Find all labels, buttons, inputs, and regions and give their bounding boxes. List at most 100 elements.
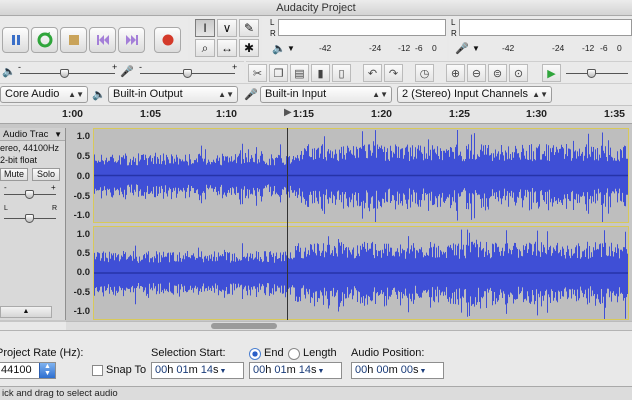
meter-scale-tick: -24 xyxy=(369,43,382,53)
input-channels-select[interactable]: 2 (Stereo) Input Channels ▲▼ xyxy=(397,86,552,103)
chevron-down-icon[interactable]: ▼ xyxy=(472,44,480,53)
waveform-channel-left[interactable] xyxy=(93,128,629,223)
channel-1-scale-label: -1.0 xyxy=(73,210,90,221)
audio-host-value: Core Audio xyxy=(5,88,60,100)
pan-slider[interactable] xyxy=(25,214,34,223)
skip-end-button[interactable] xyxy=(118,27,145,53)
ruler-label: 1:25 xyxy=(449,108,471,120)
time-unit: s xyxy=(311,364,317,376)
end-radio[interactable] xyxy=(249,348,261,360)
multi-tool[interactable]: ✱ xyxy=(239,39,259,57)
collapse-track-button[interactable]: ▲ xyxy=(0,306,52,318)
time-digits: 14 xyxy=(298,364,312,376)
horizontal-scroll-thumb[interactable] xyxy=(211,323,277,329)
project-rate-select[interactable]: 44100 ▲ ▼ xyxy=(0,362,56,379)
input-device-select[interactable]: Built-in Input ▲▼ xyxy=(260,86,392,103)
meter-scale-tick: 0 xyxy=(617,43,622,53)
record-button[interactable] xyxy=(154,27,181,53)
timeline-ruler[interactable]: 1:00 1:05 1:10 1:15 1:20 1:25 1:30 1:35 … xyxy=(0,105,632,124)
input-channels-value: 2 (Stereo) Input Channels xyxy=(402,88,528,100)
channel-1-scale-label: 0.5 xyxy=(76,151,90,162)
copy-button[interactable]: ❐ xyxy=(269,64,288,82)
speaker-icon: 🔈 xyxy=(92,89,106,101)
tools-toolbar: I ∨ ✎ ⌕ ↔ ✱ xyxy=(190,17,260,61)
ruler-label: 1:20 xyxy=(371,108,393,120)
horizontal-scrollbar[interactable] xyxy=(66,321,632,330)
fit-selection-button[interactable]: ⊜ xyxy=(488,64,507,82)
meter-scale-tick: -42 xyxy=(319,43,332,53)
clock-icon: ◷ xyxy=(419,67,430,80)
track-control-panel[interactable]: Audio Trac ▼ ereo, 44100Hz 2-bit float M… xyxy=(0,128,66,320)
trim-button[interactable]: ▮ xyxy=(311,64,330,82)
zoom-tool[interactable]: ⌕ xyxy=(195,39,215,57)
track-name-menu[interactable]: Audio Trac ▼ xyxy=(0,128,65,141)
edit-toolbar: ✂ ❐ ▤ ▮ ▯ ↶ ↷ ◷ ⊕ ⊖ ⊜ ⊙ ▶ xyxy=(246,61,632,83)
envelope-tool[interactable]: ∨ xyxy=(217,19,237,37)
status-bar: ick and drag to select audio xyxy=(0,386,632,400)
pause-button[interactable] xyxy=(2,27,29,53)
microphone-icon: 🎤 xyxy=(120,66,134,78)
speaker-icon: 🔈 xyxy=(272,43,286,55)
skip-start-button[interactable] xyxy=(89,27,116,53)
mute-button[interactable]: Mute xyxy=(0,168,28,181)
project-rate-value: 44100 xyxy=(1,364,32,376)
time-unit: s xyxy=(213,364,219,376)
channel-2-scale-label: 0.5 xyxy=(76,248,90,259)
meter-scale-tick: -6 xyxy=(600,43,608,53)
output-volume-plus: + xyxy=(112,62,118,72)
fit-project-button[interactable]: ⊙ xyxy=(509,64,528,82)
undo-button[interactable]: ↶ xyxy=(363,64,382,82)
chevron-down-icon[interactable]: ▼ xyxy=(287,44,295,53)
waveform-channel-right[interactable] xyxy=(93,226,629,320)
rate-stepper[interactable]: ▲ ▼ xyxy=(39,363,55,378)
play-button[interactable] xyxy=(31,27,58,53)
channel-2-scale-label: 1.0 xyxy=(76,229,90,240)
meter-channel-r: R xyxy=(451,29,457,38)
play-speed-slider[interactable] xyxy=(587,69,596,78)
time-unit: m xyxy=(388,364,398,376)
timeshift-tool[interactable]: ↔ xyxy=(217,39,237,57)
zoom-in-icon: ⊕ xyxy=(450,67,461,80)
pan-right-label: R xyxy=(52,205,58,212)
gain-slider[interactable] xyxy=(25,190,34,199)
audio-host-select[interactable]: Core Audio ▲▼ xyxy=(0,86,88,103)
audio-position-time[interactable]: 00h 00m 00s▼ xyxy=(351,362,444,379)
selection-start-time[interactable]: 00h 01m 14s▼ xyxy=(151,362,244,379)
solo-button[interactable]: Solo xyxy=(32,168,60,181)
undo-icon: ↶ xyxy=(367,67,378,80)
silence-button[interactable]: ▯ xyxy=(332,64,351,82)
output-device-select[interactable]: Built-in Output ▲▼ xyxy=(108,86,238,103)
play-at-speed-button[interactable]: ▶ xyxy=(542,64,561,82)
device-toolbar: Core Audio ▲▼ 🔈 Built-in Output ▲▼ 🎤 Built… xyxy=(0,83,632,105)
selection-toolbar: Project Rate (Hz): 44100 ▲ ▼ Snap To Sele… xyxy=(0,330,632,386)
end-label: End xyxy=(264,347,284,359)
zoom-out-button[interactable]: ⊖ xyxy=(467,64,486,82)
meter-scale-tick: -12 xyxy=(398,43,411,53)
selection-tool[interactable]: I xyxy=(195,19,215,37)
microphone-icon: 🎤 xyxy=(455,43,469,55)
time-digits: 00 xyxy=(253,364,266,376)
cut-button[interactable]: ✂ xyxy=(248,64,267,82)
track-bit-depth: 2-bit float xyxy=(0,155,38,165)
draw-tool[interactable]: ✎ xyxy=(239,19,259,37)
time-unit: h xyxy=(367,364,374,376)
ruler-label: 1:15 xyxy=(293,108,315,120)
collapse-up-icon: ▲ xyxy=(22,308,30,315)
play-head-marker-icon: ▶ xyxy=(284,107,292,118)
length-radio[interactable] xyxy=(288,348,300,360)
stop-button[interactable] xyxy=(60,27,87,53)
snap-to-checkbox[interactable] xyxy=(92,365,103,376)
selection-end-time[interactable]: 00h 01m 14s▼ xyxy=(249,362,342,379)
paste-icon: ▤ xyxy=(294,67,305,80)
zoom-in-button[interactable]: ⊕ xyxy=(446,64,465,82)
scissors-icon: ✂ xyxy=(252,67,263,80)
pause-icon xyxy=(11,35,20,45)
output-volume-slider[interactable] xyxy=(60,69,69,78)
redo-button[interactable]: ↷ xyxy=(384,64,403,82)
input-volume-slider[interactable] xyxy=(183,69,192,78)
sync-lock-button[interactable]: ◷ xyxy=(415,64,434,82)
track-format: ereo, 44100Hz xyxy=(0,143,60,153)
status-text: ick and drag to select audio xyxy=(2,388,118,399)
paste-button[interactable]: ▤ xyxy=(290,64,309,82)
chevron-down-icon: ▼ xyxy=(419,368,427,375)
